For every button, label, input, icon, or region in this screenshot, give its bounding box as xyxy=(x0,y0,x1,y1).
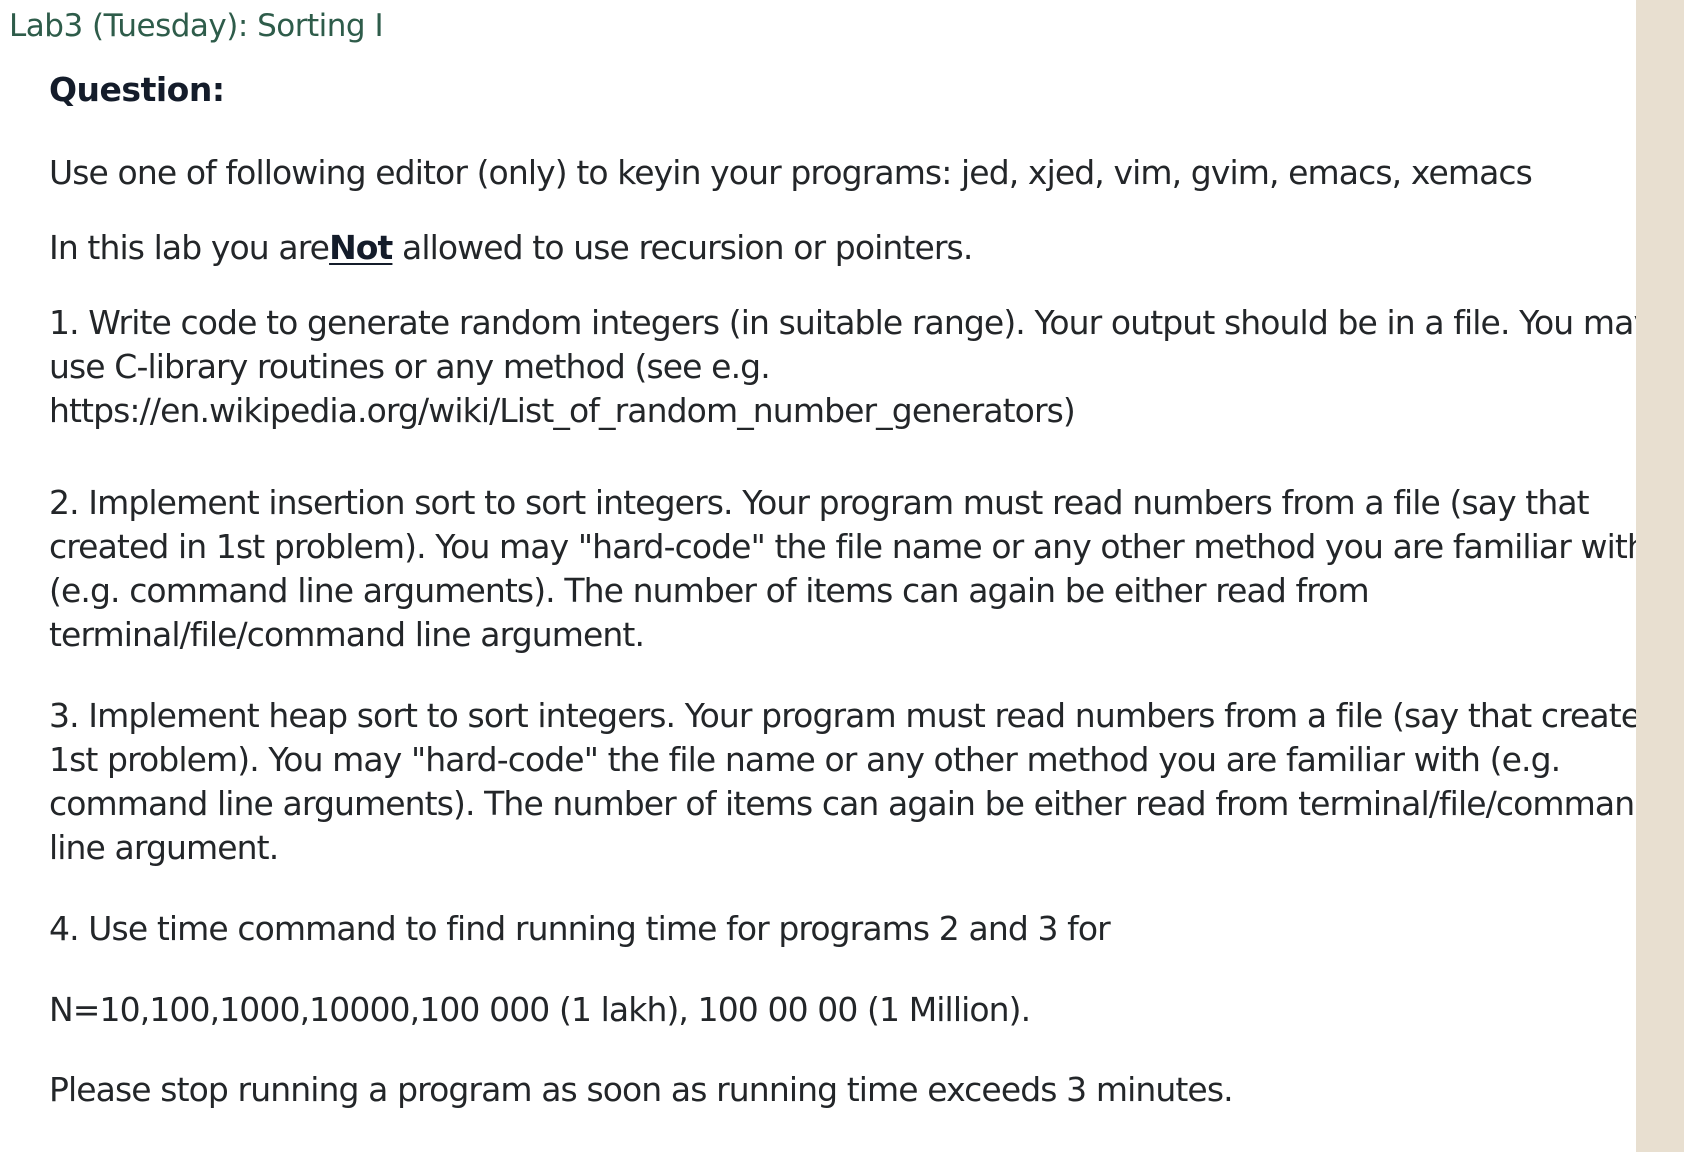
task-line: line argument. xyxy=(49,828,279,867)
task-line: 1st problem). You may "hard-code" the fi… xyxy=(49,740,1561,779)
task-line: https://en.wikipedia.org/wiki/List_of_ra… xyxy=(49,391,1076,430)
task-item-4: 4. Use time command to find running time… xyxy=(49,907,1111,951)
task-line: command line arguments). The number of i… xyxy=(49,784,1655,823)
right-margin-strip xyxy=(1636,0,1684,1152)
task-line: terminal/file/command line argument. xyxy=(49,615,645,654)
restriction-emphasis: Not xyxy=(329,228,393,267)
question-heading: Question: xyxy=(49,70,225,109)
page-title: Lab3 (Tuesday): Sorting I xyxy=(9,8,384,44)
restriction-note: In this lab you areNot allowed to use re… xyxy=(49,226,973,270)
task-line: created in 1st problem). You may "hard-c… xyxy=(49,527,1648,566)
task-item-1: 1. Write code to generate random integer… xyxy=(49,301,1653,433)
lab-content: Lab3 (Tuesday): Sorting I Question: Use … xyxy=(0,0,1684,1152)
task-line: 4. Use time command to find running time… xyxy=(49,909,1111,948)
task-line: 3. Implement heap sort to sort integers.… xyxy=(49,696,1684,735)
restriction-text-after: allowed to use recursion or pointers. xyxy=(402,228,973,267)
task-line: use C-library routines or any method (se… xyxy=(49,347,771,386)
task-line: 2. Implement insertion sort to sort inte… xyxy=(49,483,1590,522)
task-line: 1. Write code to generate random integer… xyxy=(49,303,1653,342)
restriction-text-before: In this lab you are xyxy=(49,228,330,267)
input-sizes: N=10,100,1000,10000,100 000 (1 lakh), 10… xyxy=(49,990,1031,1029)
task-item-2: 2. Implement insertion sort to sort inte… xyxy=(49,481,1648,657)
task-line: (e.g. command line arguments). The numbe… xyxy=(49,571,1370,610)
editor-instruction: Use one of following editor (only) to ke… xyxy=(49,153,1533,192)
lab-page: Lab3 (Tuesday): Sorting I Question: Use … xyxy=(0,0,1684,1152)
time-limit-note: Please stop running a program as soon as… xyxy=(49,1070,1234,1109)
task-item-3: 3. Implement heap sort to sort integers.… xyxy=(49,694,1684,870)
